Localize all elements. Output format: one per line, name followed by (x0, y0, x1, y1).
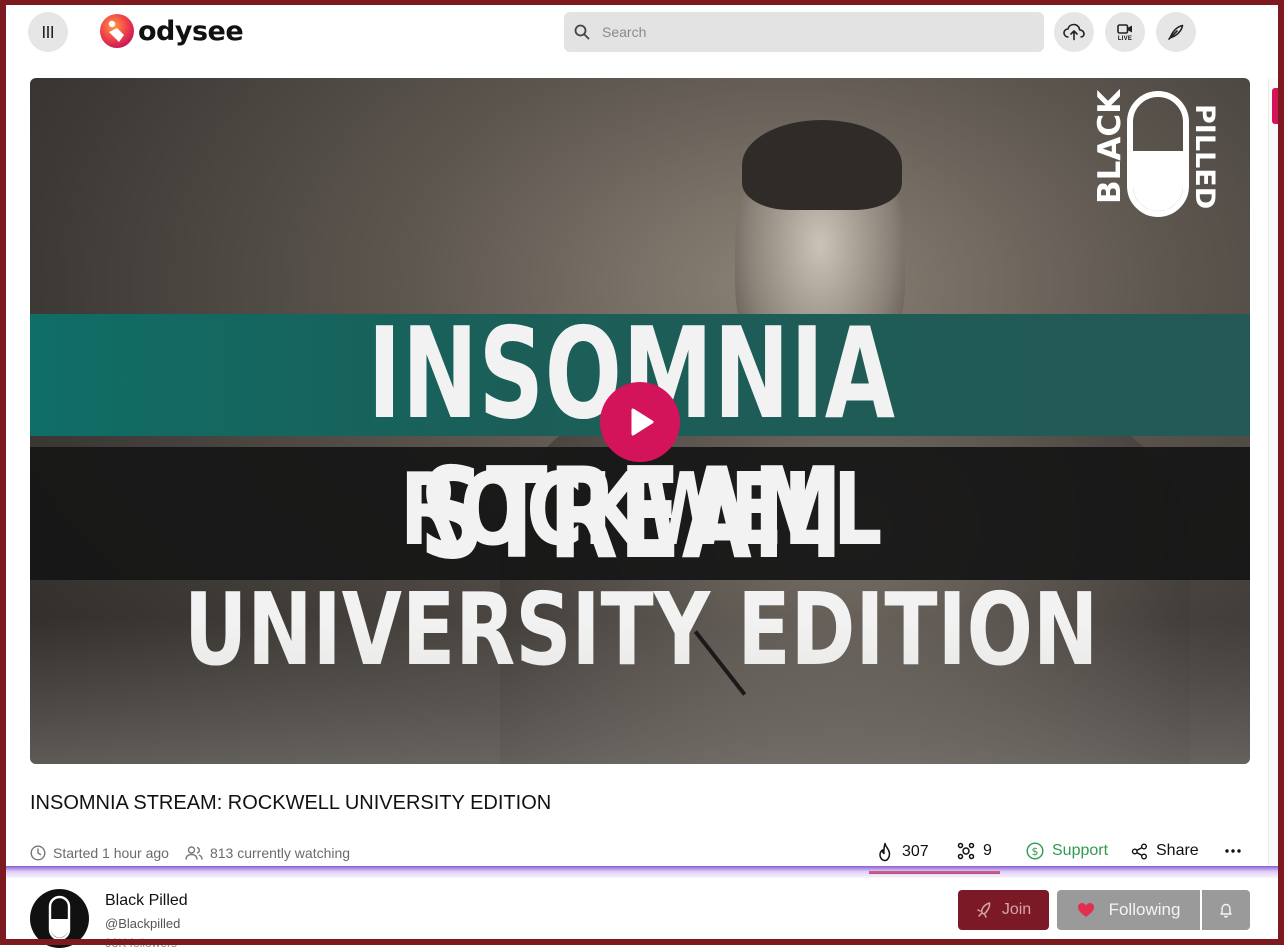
menu-button[interactable] (28, 12, 68, 52)
share-icon (1131, 843, 1147, 859)
started-label: Started 1 hour ago (53, 845, 169, 861)
search-icon (574, 24, 590, 40)
watching-label: 813 currently watching (209, 845, 351, 861)
play-icon (631, 408, 654, 436)
right-sidebar-accent (1272, 88, 1278, 124)
logo-text: odysee (138, 15, 244, 47)
slime-count: 9 (983, 842, 992, 859)
go-live-button[interactable]: LIVE (1105, 12, 1145, 52)
viewer-count: 813 currently watching (185, 845, 350, 861)
join-button[interactable]: Join (958, 890, 1049, 930)
play-button[interactable] (600, 382, 680, 462)
video-camera-icon (1117, 23, 1132, 34)
cloud-upload-icon (1063, 23, 1085, 41)
thumbnail-desk (30, 618, 1250, 764)
black-pilled-avatar-icon (48, 895, 71, 941)
upload-button[interactable] (1054, 12, 1094, 52)
black-pilled-brand-logo: BLACK PILLED (1092, 89, 1220, 217)
users-icon (185, 846, 203, 860)
search-bar[interactable] (564, 12, 1044, 52)
channel-avatar[interactable] (30, 889, 89, 948)
publish-button[interactable] (1156, 12, 1196, 52)
thumbnail-figure-hair (742, 120, 902, 210)
live-label: LIVE (1117, 35, 1133, 42)
more-options-button[interactable] (1224, 842, 1250, 860)
clock-icon (30, 845, 46, 861)
share-label: Share (1156, 842, 1199, 859)
slime-reaction-button[interactable]: 9 (957, 842, 992, 860)
odysee-logo-icon (100, 14, 134, 48)
dollar-circle-icon: $ (1026, 842, 1044, 860)
rocket-icon (977, 902, 991, 918)
svg-text:$: $ (1032, 845, 1039, 858)
support-button[interactable]: $ Support (1026, 842, 1108, 860)
channel-followers: 98K followers (105, 936, 178, 950)
right-sidebar-edge (1268, 78, 1284, 868)
brand-text-right: PILLED (1189, 104, 1220, 209)
more-dots-icon (1225, 849, 1241, 853)
fire-count: 307 (902, 843, 929, 860)
menu-icon (43, 26, 53, 38)
notification-bell-button[interactable] (1202, 890, 1250, 930)
video-meta: Started 1 hour ago 813 currently watchin… (30, 842, 350, 864)
slime-icon (957, 842, 975, 860)
fire-icon (879, 842, 891, 862)
fire-reaction-button[interactable]: 307 (876, 842, 929, 862)
support-label: Support (1052, 842, 1109, 859)
top-header: odysee LIVE (0, 0, 1284, 66)
video-player[interactable]: INSOMNIA STREAM ROCKWELL UNIVERSITY EDIT… (30, 78, 1250, 764)
bell-icon (1220, 903, 1232, 918)
search-input[interactable] (600, 23, 1024, 41)
video-title: INSOMNIA STREAM: ROCKWELL UNIVERSITY EDI… (30, 792, 552, 814)
following-button[interactable]: Following (1057, 890, 1200, 930)
feather-pen-icon (1168, 24, 1184, 40)
heart-icon (1077, 903, 1094, 917)
started-time: Started 1 hour ago (30, 845, 169, 861)
brand-text-left: BLACK (1092, 89, 1128, 204)
odysee-logo[interactable]: odysee (99, 12, 244, 50)
join-label: Join (1001, 901, 1032, 918)
share-button[interactable]: Share (1131, 842, 1199, 860)
channel-handle[interactable]: @Blackpilled (105, 916, 180, 931)
following-label: Following (1108, 900, 1181, 919)
channel-name[interactable]: Black Pilled (105, 892, 188, 910)
